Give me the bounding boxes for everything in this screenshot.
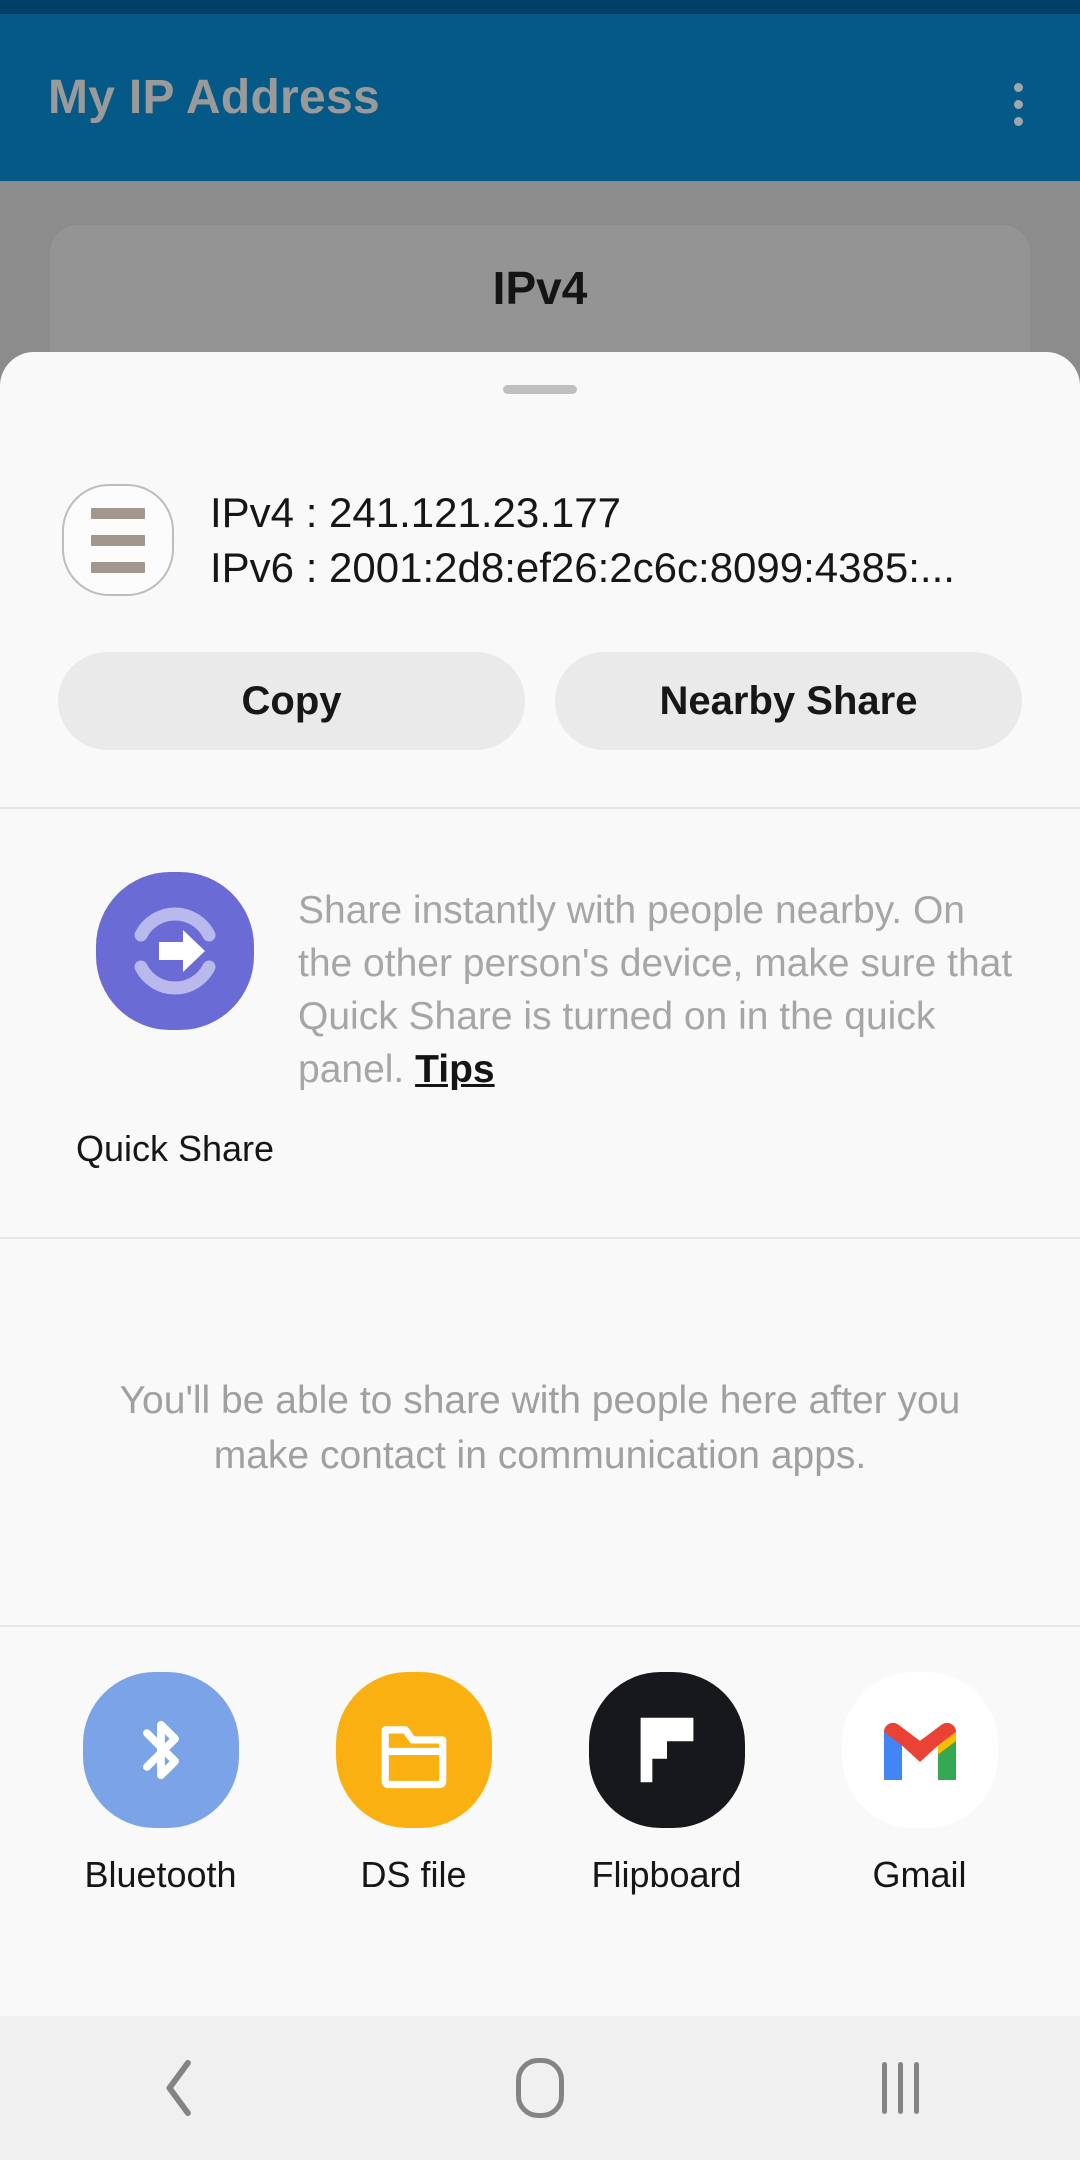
status-bar [0, 0, 1080, 14]
phone-screen: My IP Address IPv4 IPv4 : 241.121.23.177… [0, 0, 1080, 2160]
empty-state-message: You'll be able to share with people here… [119, 1379, 961, 1477]
quick-share-icon [96, 872, 254, 1030]
bluetooth-icon [82, 1672, 239, 1828]
more-vertical-icon[interactable] [982, 68, 1054, 140]
more-dot [1013, 99, 1023, 109]
system-navigation-bar [0, 2016, 1080, 2160]
ipv4-value: IPv4 : 241.121.23.177 [210, 488, 621, 536]
app-bar: My IP Address [0, 14, 1080, 181]
ip-text-block: IPv4 : 241.121.23.177 IPv6 : 2001:2d8:ef… [210, 485, 1080, 596]
quick-share-label: Quick Share [75, 1128, 275, 1169]
recents-bar [897, 2062, 903, 2114]
app-label: Flipboard [591, 1854, 742, 1895]
list-line [91, 507, 145, 519]
sheet-drag-handle[interactable] [503, 385, 577, 394]
recents-bars [881, 2062, 919, 2114]
divider [0, 1237, 1080, 1239]
tips-link[interactable]: Tips [415, 1048, 494, 1091]
copy-button[interactable]: Copy [58, 652, 525, 750]
share-target-gmail[interactable]: Gmail [793, 1672, 1046, 1896]
list-line [91, 561, 145, 573]
recents-bar [881, 2062, 887, 2114]
recents-bar [913, 2062, 919, 2114]
app-label: Bluetooth [84, 1854, 237, 1895]
sheet-action-buttons: Copy Nearby Share [0, 652, 1080, 750]
list-lines-icon [62, 484, 174, 596]
divider [0, 1625, 1080, 1627]
gmail-icon [841, 1672, 998, 1828]
quick-share-section[interactable]: Quick Share Share instantly with people … [0, 872, 1080, 1170]
share-target-ds-file[interactable]: DS file [287, 1672, 540, 1896]
background-card-title: IPv4 [492, 262, 588, 314]
nearby-share-button[interactable]: Nearby Share [555, 652, 1022, 750]
home-icon[interactable] [360, 2058, 720, 2118]
share-target-bluetooth[interactable]: Bluetooth [34, 1672, 287, 1896]
share-bottom-sheet: IPv4 : 241.121.23.177 IPv6 : 2001:2d8:ef… [0, 352, 1080, 2016]
more-dot [1013, 82, 1023, 92]
app-label: DS file [360, 1854, 467, 1895]
back-chevron-icon[interactable] [0, 2055, 360, 2121]
home-shape [516, 2058, 564, 2118]
recents-icon[interactable] [720, 2062, 1080, 2114]
ipv6-value: IPv6 : 2001:2d8:ef26:2c6c:8099:4385:... [210, 544, 955, 591]
share-target-app-row: Bluetooth DS file Flipboard Gmail [0, 1672, 1080, 1896]
divider [0, 807, 1080, 809]
share-target-flipboard[interactable]: Flipboard [540, 1672, 793, 1896]
app-label: Gmail [872, 1854, 967, 1895]
flipboard-icon [588, 1672, 745, 1828]
page-title: My IP Address [48, 71, 381, 124]
list-line [91, 534, 145, 546]
folder-icon [335, 1672, 492, 1828]
quick-share-icon-group[interactable]: Quick Share [60, 872, 290, 1170]
more-dot [1013, 116, 1023, 126]
quick-share-description: Share instantly with people nearby. On t… [290, 872, 1020, 1170]
ip-address-row[interactable]: IPv4 : 241.121.23.177 IPv6 : 2001:2d8:ef… [0, 470, 1080, 610]
quick-share-description-text: Share instantly with people nearby. On t… [298, 889, 1013, 1092]
